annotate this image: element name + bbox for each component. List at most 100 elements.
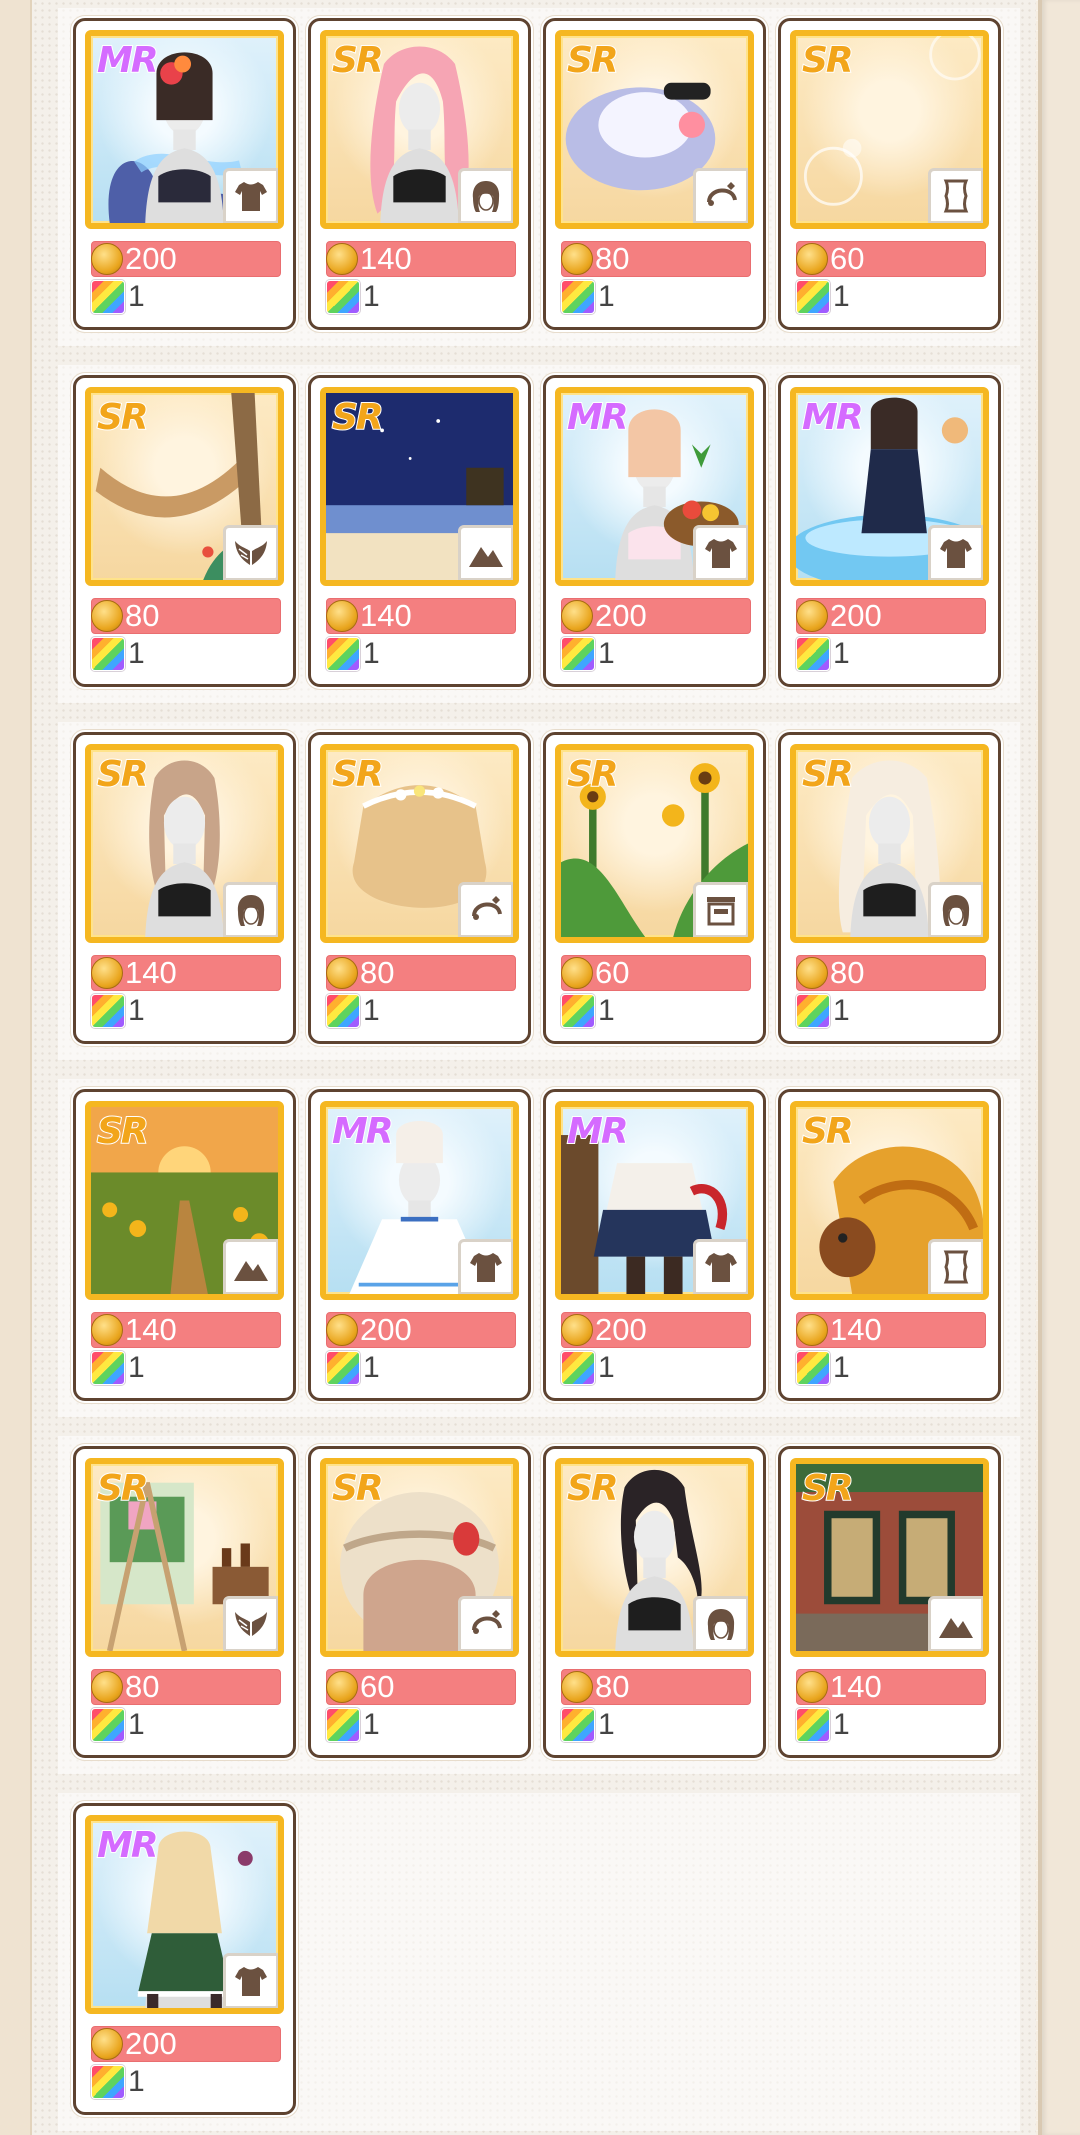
item-artwork: MR	[85, 30, 284, 229]
rarity-badge: SR	[96, 396, 150, 439]
accessory-icon	[693, 168, 748, 223]
price-bar: 80	[561, 241, 751, 277]
quantity-value: 1	[833, 1351, 850, 1384]
price-value: 140	[360, 598, 412, 633]
quantity-row: 1	[561, 1350, 615, 1386]
quantity-value: 1	[363, 280, 380, 313]
quantity-value: 1	[128, 637, 145, 670]
item-card-8[interactable]: MR 200 1	[778, 375, 1001, 687]
item-artwork: SR	[555, 30, 754, 229]
coin-icon	[796, 957, 828, 989]
price-value: 80	[830, 955, 865, 990]
quantity-row: 1	[561, 993, 615, 1029]
price-value: 140	[830, 1312, 882, 1347]
background-icon	[223, 1239, 278, 1294]
coin-icon	[91, 957, 123, 989]
item-card-18[interactable]: SR 60 1	[308, 1446, 531, 1758]
coin-icon	[91, 1314, 123, 1346]
accessory-icon	[458, 1596, 513, 1651]
quantity-row: 1	[91, 1350, 145, 1386]
item-artwork: SR	[320, 387, 519, 586]
item-card-3[interactable]: SR 80 1	[543, 18, 766, 330]
item-card-15[interactable]: MR 200 1	[543, 1089, 766, 1401]
price-bar: 140	[326, 598, 516, 634]
rainbow-crystal-icon	[561, 1708, 595, 1742]
price-value: 60	[360, 1669, 395, 1704]
price-value: 80	[360, 955, 395, 990]
quantity-row: 1	[561, 1707, 615, 1743]
quantity-row: 1	[91, 2064, 145, 2100]
coin-icon	[91, 2028, 123, 2060]
quantity-value: 1	[128, 2065, 145, 2098]
rarity-badge: SR	[566, 753, 620, 796]
item-artwork: MR	[555, 387, 754, 586]
rainbow-crystal-icon	[796, 1708, 830, 1742]
hair-icon	[928, 882, 983, 937]
background-icon	[928, 1596, 983, 1651]
price-bar: 140	[796, 1312, 986, 1348]
item-card-10[interactable]: SR 80 1	[308, 732, 531, 1044]
rainbow-crystal-icon	[91, 280, 125, 314]
quantity-row: 1	[796, 636, 850, 672]
item-grid: MR 200 1 SR 140 1 SR 80 1 SR 60 1 SR 80 …	[73, 18, 1008, 2118]
item-artwork: MR	[85, 1815, 284, 2014]
price-bar: 80	[796, 955, 986, 991]
rarity-badge: SR	[331, 396, 385, 439]
quantity-value: 1	[128, 994, 145, 1027]
quantity-row: 1	[796, 279, 850, 315]
item-card-2[interactable]: SR 140 1	[308, 18, 531, 330]
rarity-badge: SR	[331, 753, 385, 796]
item-card-14[interactable]: MR 200 1	[308, 1089, 531, 1401]
price-value: 140	[125, 955, 177, 990]
item-artwork: SR	[320, 744, 519, 943]
item-card-21[interactable]: MR 200 1	[73, 1803, 296, 2115]
rarity-badge: SR	[96, 1467, 150, 1510]
item-card-5[interactable]: SR 80 1	[73, 375, 296, 687]
item-artwork: MR	[320, 1101, 519, 1300]
item-card-19[interactable]: SR 80 1	[543, 1446, 766, 1758]
quantity-row: 1	[561, 636, 615, 672]
item-card-16[interactable]: SR 140 1	[778, 1089, 1001, 1401]
rainbow-crystal-icon	[326, 1708, 360, 1742]
item-card-17[interactable]: SR 80 1	[73, 1446, 296, 1758]
quantity-row: 1	[91, 1707, 145, 1743]
item-card-13[interactable]: SR 140 1	[73, 1089, 296, 1401]
quantity-value: 1	[363, 994, 380, 1027]
accessory-icon	[458, 882, 513, 937]
rainbow-crystal-icon	[561, 637, 595, 671]
quantity-value: 1	[598, 1351, 615, 1384]
item-card-6[interactable]: SR 140 1	[308, 375, 531, 687]
coin-icon	[561, 957, 593, 989]
item-artwork: SR	[555, 1458, 754, 1657]
wings-icon	[223, 1596, 278, 1651]
item-card-7[interactable]: MR 200 1	[543, 375, 766, 687]
item-card-12[interactable]: SR 80 1	[778, 732, 1001, 1044]
quantity-value: 1	[363, 1708, 380, 1741]
price-bar: 200	[561, 1312, 751, 1348]
item-artwork: SR	[790, 744, 989, 943]
item-card-4[interactable]: SR 60 1	[778, 18, 1001, 330]
price-bar: 140	[91, 955, 281, 991]
frame-icon	[928, 168, 983, 223]
rainbow-crystal-icon	[91, 637, 125, 671]
clothes-icon	[693, 525, 748, 580]
frame-icon	[928, 1239, 983, 1294]
item-card-1[interactable]: MR 200 1	[73, 18, 296, 330]
rainbow-crystal-icon	[326, 1351, 360, 1385]
clothes-icon	[223, 168, 278, 223]
item-card-11[interactable]: SR 60 1	[543, 732, 766, 1044]
rarity-badge: MR	[96, 1824, 160, 1867]
item-card-20[interactable]: SR 140 1	[778, 1446, 1001, 1758]
price-bar: 80	[91, 1669, 281, 1705]
coin-icon	[796, 1671, 828, 1703]
price-value: 140	[830, 1669, 882, 1704]
rarity-badge: MR	[566, 396, 630, 439]
quantity-row: 1	[326, 279, 380, 315]
quantity-row: 1	[91, 279, 145, 315]
quantity-value: 1	[833, 1708, 850, 1741]
price-value: 200	[830, 598, 882, 633]
item-card-9[interactable]: SR 140 1	[73, 732, 296, 1044]
quantity-row: 1	[326, 1707, 380, 1743]
rarity-badge: SR	[801, 1467, 855, 1510]
scrollbar-track[interactable]	[1038, 0, 1080, 2135]
